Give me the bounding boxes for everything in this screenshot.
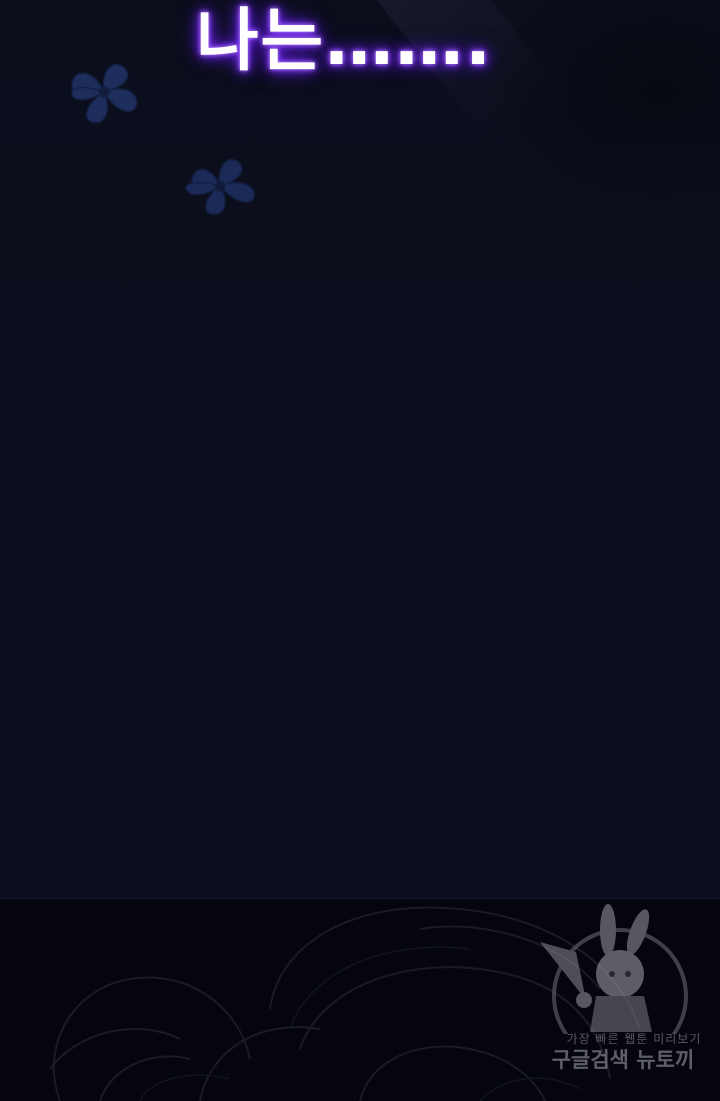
watermark: 가장 빠른 웹툰 미리보기 구글검색 뉴토끼 [534, 904, 710, 1094]
bunny-mascot-icon [540, 904, 688, 1064]
flower-petal-icon [71, 63, 138, 124]
flower-petal-icon [185, 159, 255, 215]
top-panel: 나는……. [0, 0, 720, 898]
dialogue-text: 나는……. [196, 2, 493, 81]
watermark-title: 구글검색 뉴토끼 [551, 1048, 695, 1072]
corner-shadow [480, 0, 720, 220]
